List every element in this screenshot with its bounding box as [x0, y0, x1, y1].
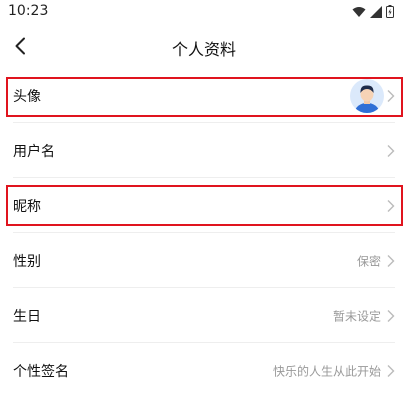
- status-time: 10:23: [8, 3, 49, 19]
- row-value-gender: 保密: [356, 254, 381, 268]
- highlight-box-nickname: [6, 185, 403, 226]
- chevron-right-icon: [387, 254, 395, 267]
- row-birthday[interactable]: 生日 暂未设定: [0, 288, 408, 343]
- status-icons: [352, 5, 394, 18]
- row-label-gender: 性别: [13, 253, 41, 270]
- status-bar: 10:23: [0, 0, 408, 24]
- row-label-birthday: 生日: [13, 308, 41, 325]
- battery-icon: [386, 5, 394, 18]
- row-label-signature: 个性签名: [13, 363, 69, 380]
- row-gender[interactable]: 性别 保密: [0, 233, 408, 288]
- row-value-birthday: 暂未设定: [332, 309, 381, 323]
- row-signature[interactable]: 个性签名 快乐的人生从此开始: [0, 343, 408, 398]
- row-label-username: 用户名: [13, 143, 55, 160]
- signal-icon: [370, 5, 382, 18]
- wifi-icon: [352, 6, 366, 17]
- row-value-signature: 快乐的人生从此开始: [272, 364, 381, 378]
- page-title: 个人资料: [171, 40, 236, 59]
- nav-bar: 个人资料: [0, 24, 408, 68]
- chevron-right-icon: [387, 364, 395, 377]
- chevron-right-icon: [387, 309, 395, 322]
- chevron-right-icon: [387, 144, 395, 157]
- highlight-box-avatar: [6, 77, 403, 117]
- row-username[interactable]: 用户名: [0, 123, 408, 178]
